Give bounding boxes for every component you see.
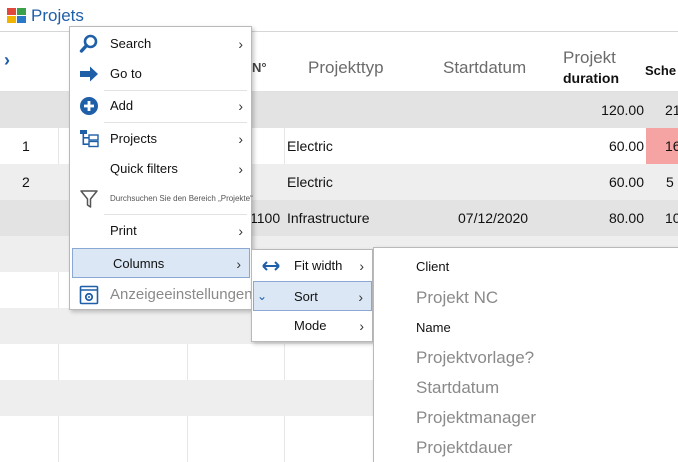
context-menu: Search › Go to Add › Projects › Quick fi… [69,26,253,310]
menu-item-print[interactable]: Print › [70,216,251,246]
submenu-item-sort[interactable]: ⌄ Sort › [253,281,372,311]
cell-sche: 5 [666,174,674,190]
sort-option-client[interactable]: Client [416,259,449,274]
cell-duration: 80.00 [608,210,644,226]
submenu-item-fit-width[interactable]: Fit width › [252,251,372,281]
sort-option-projektmanager[interactable]: Projektmanager [416,408,536,428]
hierarchy-icon [80,130,99,148]
menu-item-label: Go to [110,66,142,81]
cell-duration: 60.00 [608,174,644,190]
chevron-right-icon: › [359,318,364,334]
chevron-right-icon: › [238,223,243,239]
arrow-right-icon [80,66,98,82]
header-duration-line1[interactable]: Projekt [563,48,616,68]
cell-duration: 60.00 [608,138,644,154]
chevron-right-icon: › [236,256,241,272]
menu-item-label: Quick filters [110,161,178,176]
header-duration-line2[interactable]: duration [563,70,619,86]
cell-sche: 10 [665,210,678,226]
menu-item-quick-filters[interactable]: Quick filters › [70,154,251,184]
header-startdatum[interactable]: Startdatum [443,58,526,78]
chevron-right-icon: › [359,258,364,274]
menu-separator [104,214,247,215]
cell-index: 1 [22,138,30,154]
cell-projekttyp: Electric [287,174,333,190]
cell-startdatum: 07/12/2020 [458,210,529,226]
menu-item-search[interactable]: Search › [70,29,251,59]
header-projekttyp[interactable]: Projekttyp [308,58,384,78]
fit-width-icon [262,261,280,271]
menu-item-label: Print [110,223,137,238]
sort-option-projektvorlage[interactable]: Projektvorlage? [416,348,534,368]
cell-projekttyp: Electric [287,138,333,154]
menu-item-label: Durchsuchen Sie den Bereich „Projekte“ [110,194,253,203]
chevron-right-icon: › [238,98,243,114]
menu-item-label: Add [110,98,134,113]
filter-icon [80,190,98,208]
header-sche[interactable]: Sche [645,63,676,78]
menu-item-columns[interactable]: Columns › [72,248,250,278]
sort-option-name[interactable]: Name [416,320,451,335]
sort-option-projektdauer[interactable]: Projektdauer [416,438,512,458]
menu-item-label: Search [110,36,152,51]
cell-duration: 120.00 [601,102,644,118]
submenu-item-mode[interactable]: Mode › [252,311,372,341]
menu-item-search-area[interactable]: Durchsuchen Sie den Bereich „Projekte“ [70,185,253,213]
chevron-right-icon: › [358,289,363,305]
menu-item-label: Anzeigeeinstellungen [110,286,253,303]
sort-icon: ⌄ [257,289,268,303]
sort-option-projekt-nc[interactable]: Projekt NC [416,288,498,308]
chevron-right-icon: › [238,131,243,147]
sort-option-startdatum[interactable]: Startdatum [416,378,499,398]
cell-sche-highlight: 16 [646,128,678,164]
window-title: Projets [31,6,84,25]
settings-icon [79,285,99,305]
menu-item-label: Projects [110,131,157,146]
columns-submenu: Fit width › ⌄ Sort › Mode › [251,249,373,342]
app-logo-icon [7,8,27,24]
menu-item-goto[interactable]: Go to [70,59,251,89]
menu-item-add[interactable]: Add › [70,91,251,121]
sort-columns-submenu: Client Projekt NC Name Projektvorlage? S… [373,247,678,462]
submenu-item-label: Mode [294,318,327,333]
chevron-right-icon: › [238,36,243,52]
cell-sche: 21 [665,102,678,118]
header-n[interactable]: N° [252,60,267,75]
submenu-item-label: Sort [294,289,318,304]
plus-circle-icon [80,97,98,115]
cell-n: 1100 [250,210,281,226]
submenu-item-label: Fit width [294,258,343,273]
menu-item-label: Columns [113,256,165,271]
menu-item-projects[interactable]: Projects › [70,124,251,154]
cell-index: 2 [22,174,30,190]
chevron-right-icon: › [238,161,243,177]
search-icon [79,34,98,53]
menu-separator [104,122,247,123]
expand-all-chevron-icon[interactable]: › [4,50,10,71]
cell-projekttyp: Infrastructure [287,210,370,226]
menu-item-display-settings[interactable]: Anzeigeeinstellungen [70,280,253,310]
